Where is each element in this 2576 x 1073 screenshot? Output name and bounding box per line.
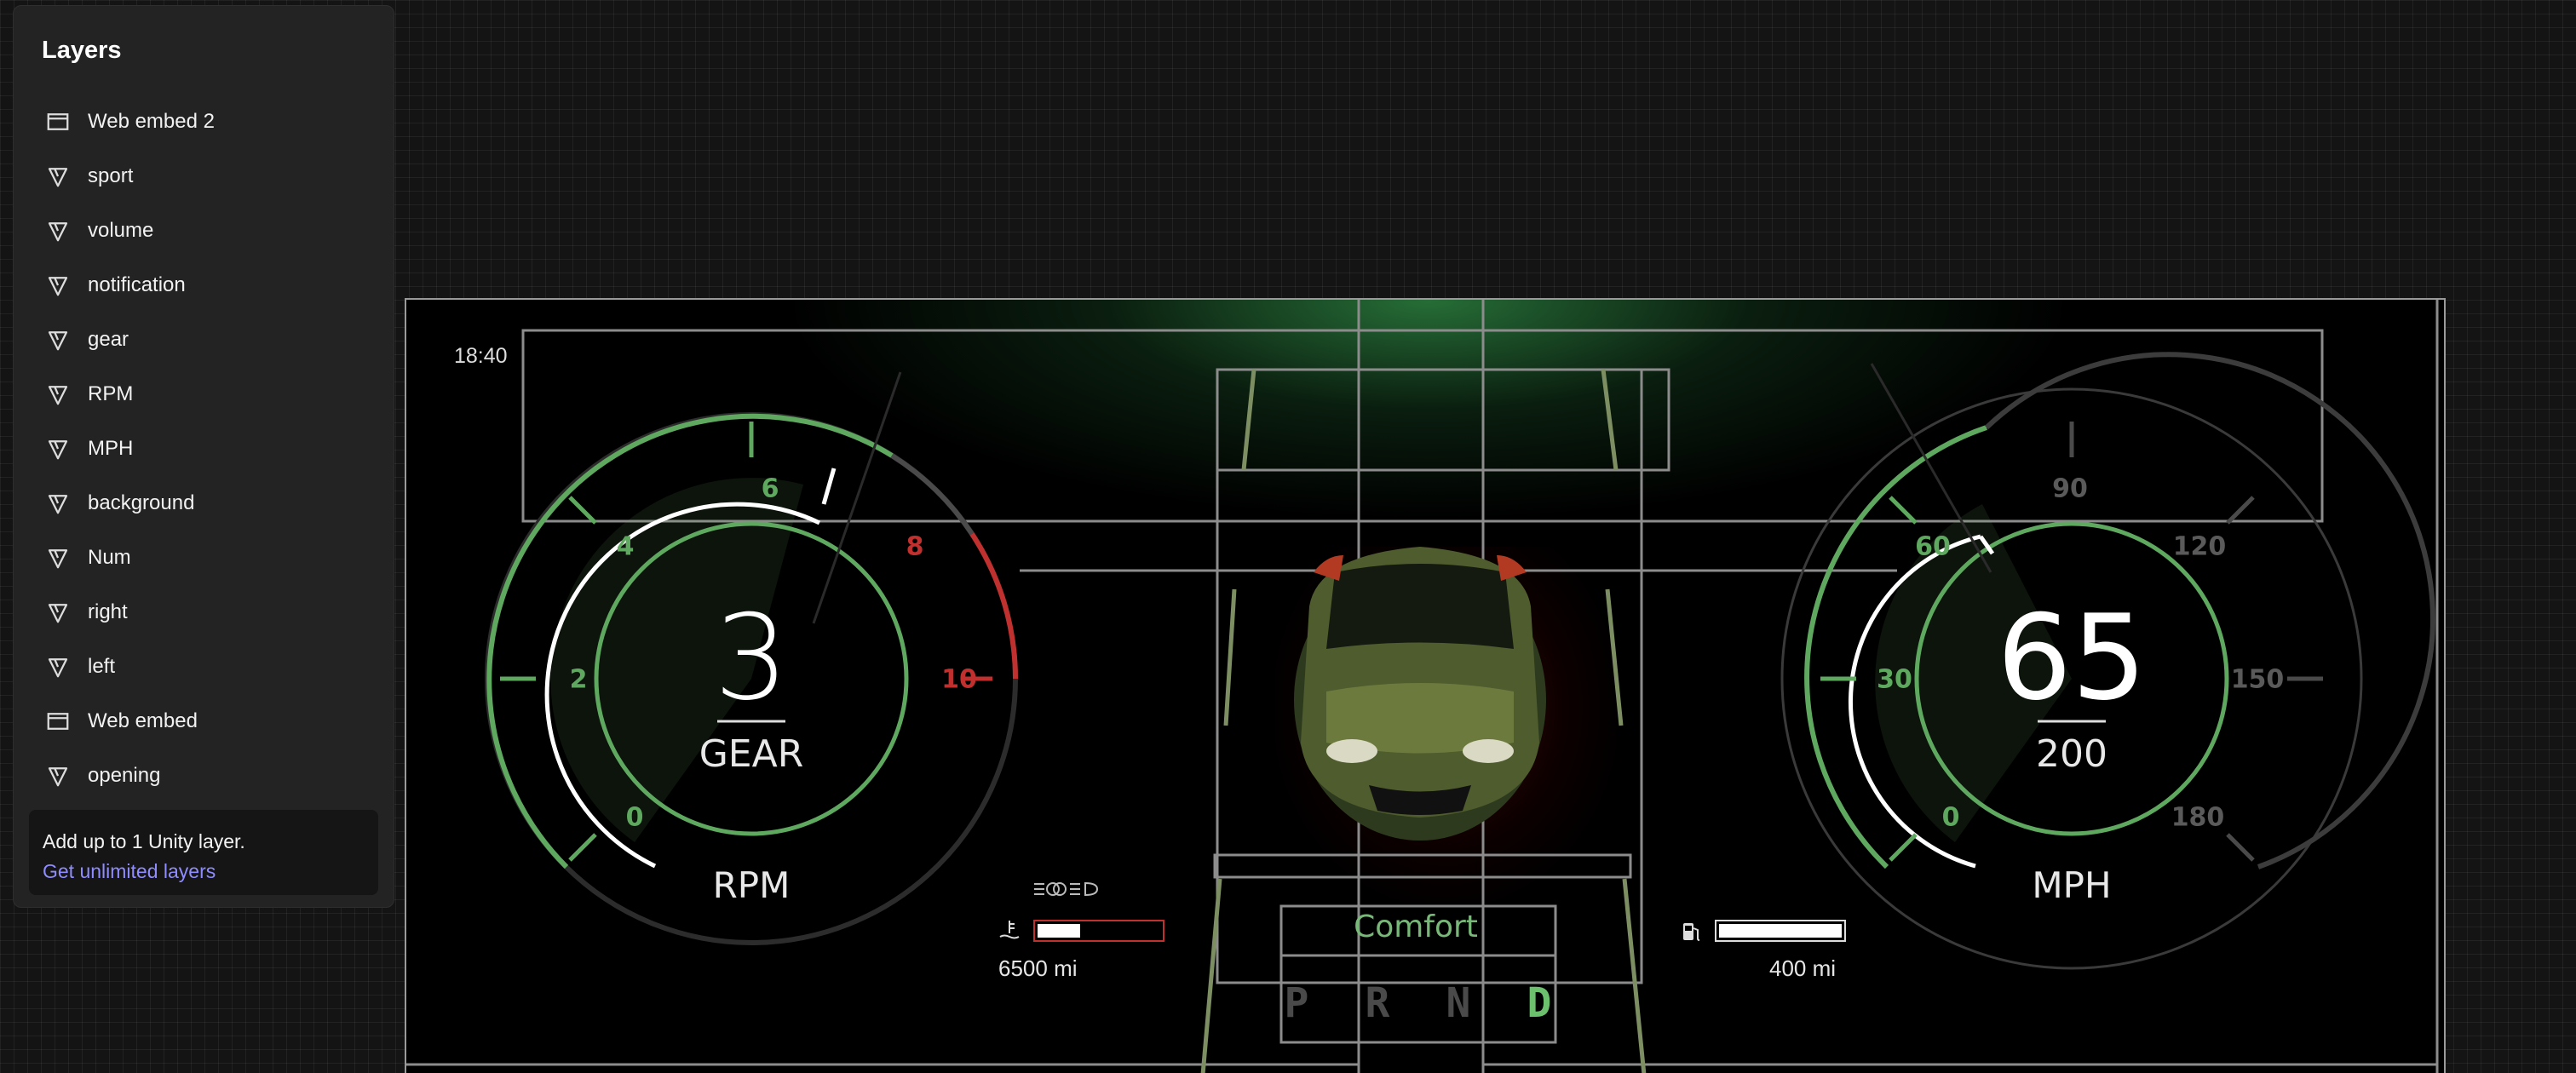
- gear-position-r[interactable]: R: [1366, 979, 1390, 1027]
- layer-item-opening[interactable]: opening: [14, 749, 394, 803]
- speed-tick-label: 150: [2230, 664, 2285, 695]
- rpm-tick-label: 4: [616, 531, 635, 562]
- layer-item-notification[interactable]: notification: [14, 258, 394, 313]
- temperature-bar: [1033, 920, 1164, 942]
- frame-sport[interactable]: [1216, 368, 1670, 472]
- layer-item-rpm[interactable]: RPM: [14, 367, 394, 422]
- coolant-temperature-icon: [999, 921, 1020, 939]
- upgrade-notice: Add up to 1 Unity layer. Get unlimited l…: [29, 810, 378, 895]
- layer-label: MPH: [88, 437, 134, 460]
- rpm-tick-label: 2: [569, 664, 588, 695]
- fuel-range-readout: 400 mi: [1769, 955, 1837, 981]
- frame-drive-mode[interactable]: [1213, 853, 1632, 879]
- drive-mode-label[interactable]: Comfort: [1281, 909, 1550, 944]
- layer-item-gear[interactable]: gear: [14, 313, 394, 367]
- component-icon: [45, 763, 71, 789]
- upgrade-text: Add up to 1 Unity layer.: [43, 830, 245, 852]
- layer-item-mph[interactable]: MPH: [14, 422, 394, 476]
- layer-label: gear: [88, 328, 129, 351]
- layer-list: Web embed 2 sport volume notification ge…: [14, 95, 394, 803]
- layer-label: opening: [88, 764, 161, 787]
- component-icon: [45, 327, 71, 353]
- component-icon: [45, 273, 71, 298]
- rpm-tick-label: 0: [625, 802, 644, 833]
- layer-label: background: [88, 491, 195, 514]
- speed-tick-label: 60: [1915, 531, 1951, 562]
- dashboard-web-embed: 18:40 3 GEAR RPM 0 2 4 6 8 10 65 200 MPH…: [405, 298, 2446, 1073]
- layer-label: notification: [88, 273, 186, 296]
- layer-label: left: [88, 655, 116, 678]
- layer-item-web-embed[interactable]: Web embed: [14, 694, 394, 749]
- speed-max: 200: [2036, 732, 2107, 776]
- layer-item-left[interactable]: left: [14, 640, 394, 694]
- window-icon: [45, 109, 71, 135]
- speed-tick-label: 90: [2052, 473, 2088, 504]
- speed-tick-label: 30: [1877, 664, 1912, 695]
- temperature-bar-fill: [1038, 924, 1080, 938]
- layer-label: sport: [88, 164, 134, 187]
- mph-label: MPH: [2032, 864, 2112, 906]
- layer-item-num[interactable]: Num: [14, 531, 394, 585]
- layer-label: Num: [88, 546, 131, 569]
- component-icon: [45, 654, 71, 680]
- layer-item-sport[interactable]: sport: [14, 149, 394, 204]
- speed-tick-label: 0: [1941, 802, 1960, 833]
- gear-position-d[interactable]: D: [1527, 979, 1552, 1027]
- layers-panel: Layers Web embed 2 sport volume notifica…: [13, 5, 394, 908]
- car-image: [1294, 547, 1546, 841]
- component-icon: [45, 491, 71, 516]
- headlight-indicators-icon: [1034, 881, 1099, 897]
- fuel-pump-icon: [1683, 923, 1700, 941]
- odometer-readout: 6500 mi: [998, 955, 1078, 981]
- layers-panel-title: Layers: [42, 37, 122, 64]
- layer-item-background[interactable]: background: [14, 476, 394, 531]
- layer-item-right[interactable]: right: [14, 585, 394, 640]
- fuel-bar: [1715, 920, 1846, 942]
- speed-value: 65: [1997, 589, 2147, 726]
- component-icon: [45, 545, 71, 571]
- fuel-bar-fill: [1719, 924, 1842, 938]
- rpm-tick-label: 8: [906, 531, 924, 562]
- gear-label: GEAR: [699, 732, 804, 776]
- layer-label: Web embed: [88, 709, 198, 732]
- layer-item-web-embed-2[interactable]: Web embed 2: [14, 95, 394, 149]
- clock: 18:40: [454, 344, 508, 368]
- get-unlimited-layers-link[interactable]: Get unlimited layers: [43, 860, 365, 883]
- window-icon: [45, 709, 71, 734]
- component-icon: [45, 600, 71, 625]
- component-icon: [45, 218, 71, 244]
- layer-label: volume: [88, 219, 154, 242]
- gear-position-p[interactable]: P: [1285, 979, 1309, 1027]
- layer-label: RPM: [88, 382, 134, 405]
- speed-tick-label: 180: [2171, 802, 2225, 833]
- gear-value: 3: [714, 589, 789, 726]
- layer-item-volume[interactable]: volume: [14, 204, 394, 258]
- gear-position-n[interactable]: N: [1446, 979, 1471, 1027]
- rpm-tick-label: 10: [941, 664, 977, 695]
- component-icon: [45, 382, 71, 407]
- rpm-tick-label: 6: [761, 473, 779, 504]
- rpm-label: RPM: [712, 864, 791, 906]
- component-icon: [45, 164, 71, 189]
- layer-label: right: [88, 600, 128, 623]
- layer-label: Web embed 2: [88, 110, 215, 133]
- component-icon: [45, 436, 71, 462]
- speed-tick-label: 120: [2172, 531, 2227, 562]
